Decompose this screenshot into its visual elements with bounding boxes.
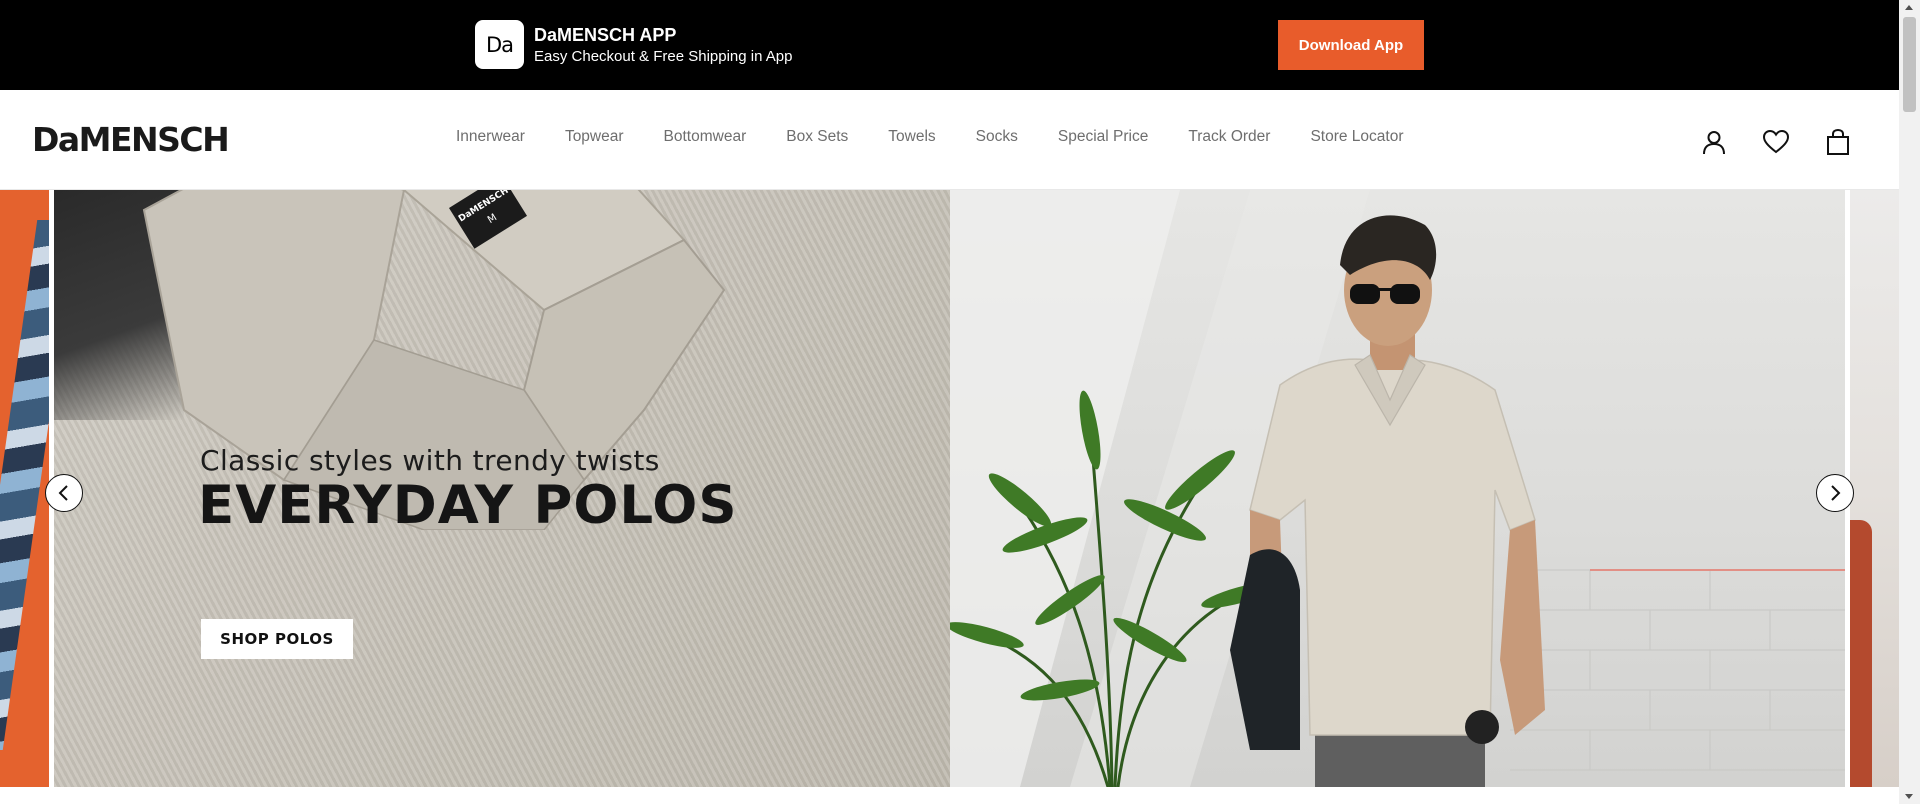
chevron-left-icon: [58, 485, 68, 501]
nav-item-store-locator[interactable]: Store Locator: [1310, 128, 1403, 146]
user-icon[interactable]: [1697, 125, 1731, 159]
app-logo-text: Da: [485, 32, 514, 57]
header-actions: [1697, 125, 1883, 159]
previous-slide-peek[interactable]: [0, 190, 49, 787]
nav-item-box-sets[interactable]: Box Sets: [786, 128, 848, 146]
nav-item-bottomwear[interactable]: Bottomwear: [664, 128, 747, 146]
nav-item-track-order[interactable]: Track Order: [1188, 128, 1270, 146]
carousel-next-arrow[interactable]: [1816, 474, 1854, 512]
download-app-button[interactable]: Download App: [1278, 20, 1424, 70]
app-download-banner: Da DaMENSCH APP Easy Checkout & Free Shi…: [0, 0, 1899, 90]
model-photo: [950, 190, 1845, 787]
scroll-down-arrow-icon[interactable]: [1905, 794, 1913, 799]
shop-polos-button[interactable]: SHOP POLOS: [201, 619, 353, 659]
chevron-right-icon: [1831, 485, 1841, 501]
hero-carousel: DaMENSCH M Classic styles with trendy tw…: [0, 190, 1899, 787]
page-scrollbar[interactable]: [1899, 0, 1920, 804]
hero-tagline: Classic styles with trendy twists: [200, 444, 660, 477]
app-banner-subtitle: Easy Checkout & Free Shipping in App: [534, 48, 793, 65]
folded-shirts-image: [0, 220, 49, 750]
nav-item-topwear[interactable]: Topwear: [565, 128, 624, 146]
app-banner-title: DaMENSCH APP: [534, 25, 677, 45]
app-logo: Da: [475, 20, 524, 69]
carousel-prev-arrow[interactable]: [45, 474, 83, 512]
model-scene-illustration: [950, 190, 1845, 787]
bag-icon[interactable]: [1821, 125, 1855, 159]
main-nav: Innerwear Topwear Bottomwear Box Sets To…: [456, 128, 1444, 146]
hero-slide[interactable]: DaMENSCH M Classic styles with trendy tw…: [54, 190, 1845, 787]
nav-item-innerwear[interactable]: Innerwear: [456, 128, 525, 146]
scroll-thumb[interactable]: [1903, 17, 1916, 112]
nav-item-special-price[interactable]: Special Price: [1058, 128, 1148, 146]
red-sleeve-image: [1850, 520, 1872, 787]
hero-headline: EVERYDAY POLOS: [198, 475, 738, 536]
scroll-up-arrow-icon[interactable]: [1905, 5, 1913, 10]
next-slide-peek[interactable]: [1850, 190, 1899, 787]
brand-logo[interactable]: DaMENSCH: [32, 120, 230, 159]
site-header: DaMENSCH Innerwear Topwear Bottomwear Bo…: [0, 90, 1899, 190]
heart-icon[interactable]: [1759, 125, 1793, 159]
nav-item-socks[interactable]: Socks: [976, 128, 1018, 146]
nav-item-towels[interactable]: Towels: [888, 128, 935, 146]
